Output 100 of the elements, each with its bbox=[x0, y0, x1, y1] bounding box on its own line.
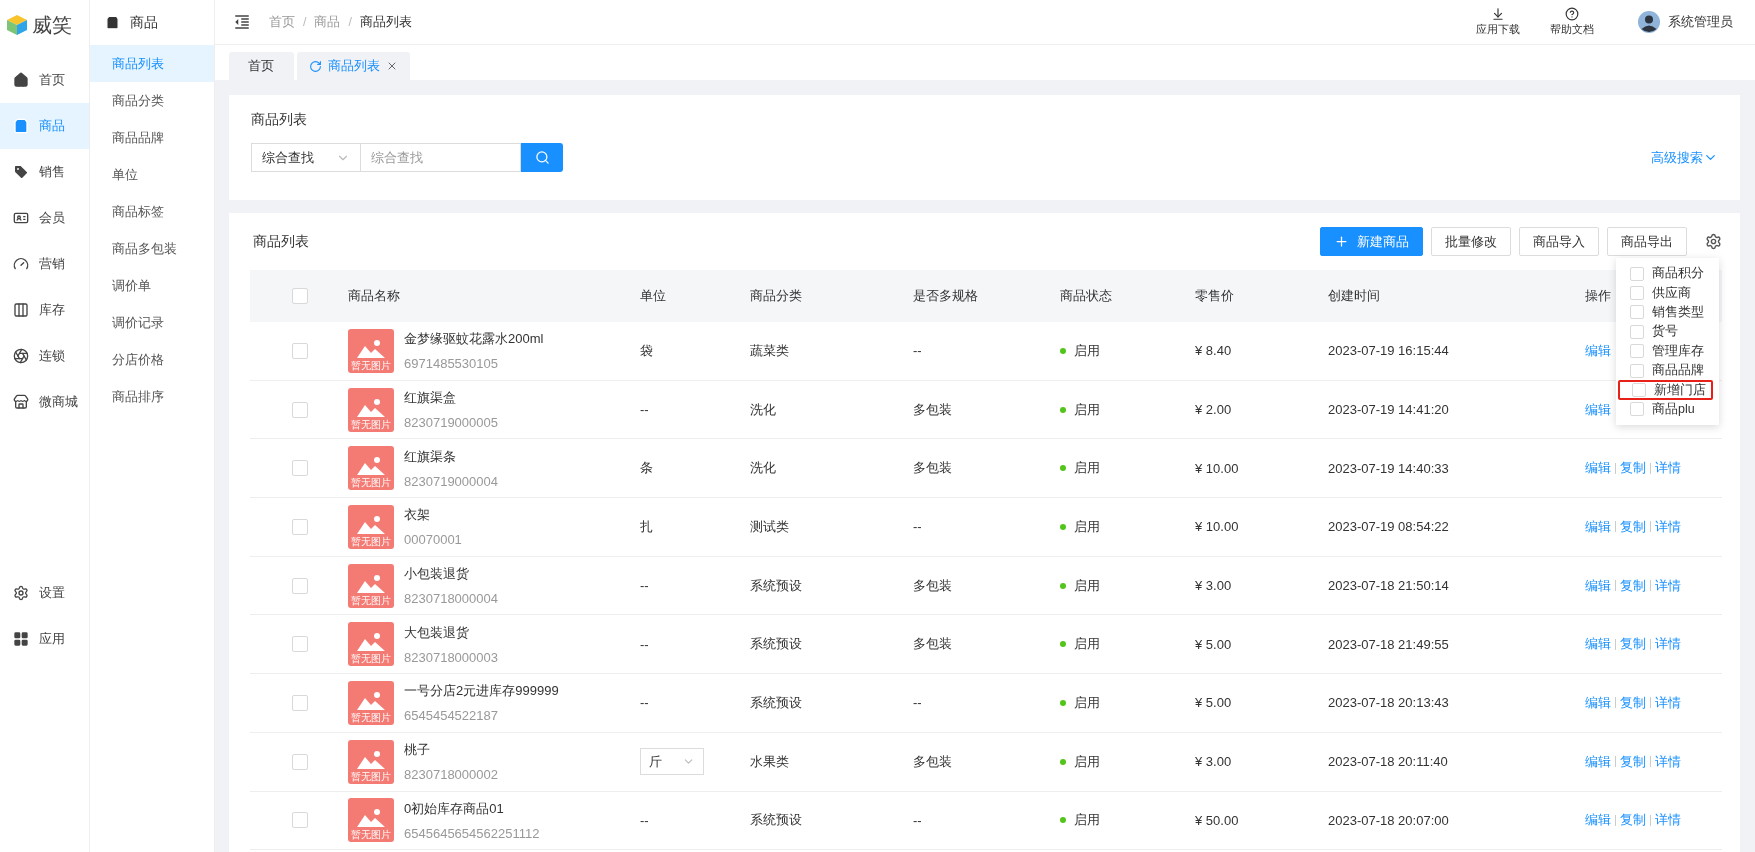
nav-item[interactable]: 会员 bbox=[0, 195, 89, 241]
user-name[interactable]: 系统管理员 bbox=[1668, 13, 1733, 31]
header-action-label[interactable]: 帮助文档 bbox=[1550, 22, 1594, 37]
row-checkbox[interactable] bbox=[292, 812, 308, 829]
product-name: 桃子 bbox=[404, 741, 431, 760]
table-cell: -- bbox=[640, 812, 649, 828]
unit-select[interactable]: 斤 bbox=[640, 748, 704, 776]
product-name: 红旗渠条 bbox=[404, 447, 457, 466]
column-option[interactable]: 商品品牌 bbox=[1616, 360, 1719, 381]
column-option[interactable]: 商品plu bbox=[1616, 399, 1719, 420]
table-cell: 扎 bbox=[640, 518, 653, 534]
submenu-item[interactable]: 商品多包装 bbox=[90, 230, 214, 267]
search-icon bbox=[534, 150, 550, 165]
collapse-menu-icon[interactable] bbox=[233, 13, 251, 31]
column-option-label: 商品积分 bbox=[1652, 265, 1704, 283]
submenu-item[interactable]: 调价单 bbox=[90, 267, 214, 304]
product-code: 8230719000005 bbox=[404, 415, 498, 431]
row-checkbox[interactable] bbox=[292, 577, 308, 594]
breadcrumb-item: 商品列表 bbox=[359, 13, 412, 31]
table-cell: 2023-07-18 20:07:00 bbox=[1328, 812, 1449, 828]
table-cell: 蔬菜类 bbox=[750, 341, 789, 360]
nav-item[interactable]: 连锁 bbox=[0, 333, 89, 379]
submenu-item[interactable]: 分店价格 bbox=[90, 341, 214, 378]
bag-icon bbox=[13, 118, 29, 134]
column-option-label: 商品plu bbox=[1652, 400, 1695, 418]
toolbar-button[interactable]: 商品导入 bbox=[1519, 227, 1599, 256]
nav-item[interactable]: 营销 bbox=[0, 241, 89, 287]
table-cell: ¥ 5.00 bbox=[1195, 636, 1232, 652]
submenu-item[interactable]: 商品排序 bbox=[90, 378, 214, 415]
table-cell: 袋 bbox=[640, 342, 653, 358]
row-checkbox[interactable] bbox=[292, 518, 308, 535]
table-cell: -- bbox=[640, 578, 649, 594]
table-cell: 系统预设 bbox=[750, 693, 802, 712]
placeholder-text: 暂无图片 bbox=[351, 535, 391, 547]
column-checkbox[interactable] bbox=[1630, 363, 1644, 378]
nav-item[interactable]: 库存 bbox=[0, 287, 89, 333]
product-code: 6545454522187 bbox=[404, 708, 499, 724]
search-type-select[interactable]: 综合查找 bbox=[251, 143, 361, 172]
status-text: 启用 bbox=[1074, 811, 1100, 830]
nav-item[interactable]: 首页 bbox=[0, 57, 89, 103]
status-dot bbox=[1060, 406, 1066, 413]
status-text: 启用 bbox=[1074, 341, 1100, 360]
column-checkbox[interactable] bbox=[1630, 305, 1644, 320]
row-checkbox[interactable] bbox=[292, 753, 308, 770]
column-header: 商品名称 bbox=[348, 287, 400, 305]
row-checkbox[interactable] bbox=[292, 342, 308, 359]
submenu-item[interactable]: 单位 bbox=[90, 156, 214, 193]
submenu-item[interactable]: 调价记录 bbox=[90, 304, 214, 341]
row-checkbox[interactable] bbox=[292, 460, 308, 477]
column-checkbox[interactable] bbox=[1630, 344, 1644, 359]
page-tab[interactable]: 首页 bbox=[229, 52, 294, 80]
column-option[interactable]: 销售类型 bbox=[1616, 302, 1719, 323]
submenu-item[interactable]: 商品标签 bbox=[90, 193, 214, 230]
submenu-item[interactable]: 商品分类 bbox=[90, 82, 214, 119]
column-option[interactable]: 管理库存 bbox=[1616, 341, 1719, 361]
help-icon[interactable] bbox=[1565, 7, 1579, 21]
grid-icon bbox=[13, 631, 29, 647]
search-button[interactable] bbox=[521, 143, 563, 172]
refresh-icon[interactable] bbox=[309, 59, 322, 73]
table-cell: 2023-07-19 14:41:20 bbox=[1328, 402, 1449, 418]
table-cell: 2023-07-18 20:13:43 bbox=[1328, 695, 1449, 711]
row-checkbox[interactable] bbox=[292, 694, 308, 711]
submenu-item[interactable]: 商品品牌 bbox=[90, 119, 214, 156]
row-checkbox[interactable] bbox=[292, 636, 308, 653]
store-icon bbox=[13, 394, 29, 410]
toolbar-button[interactable]: 商品导出 bbox=[1607, 227, 1687, 256]
breadcrumb-separator: / bbox=[303, 15, 307, 29]
column-option-label: 新增门店 bbox=[1654, 381, 1706, 399]
mountain-image-icon bbox=[356, 337, 386, 360]
row-checkbox[interactable] bbox=[292, 401, 308, 418]
nav-item[interactable]: 微商城 bbox=[0, 379, 89, 425]
table-cell: -- bbox=[913, 812, 922, 828]
avatar-icon[interactable] bbox=[1638, 11, 1660, 33]
bag-icon bbox=[105, 15, 120, 30]
product-code: 6545645654562251112 bbox=[404, 825, 540, 841]
table-cell: -- bbox=[913, 695, 922, 711]
nav-item[interactable]: 销售 bbox=[0, 149, 89, 195]
column-option[interactable]: 商品积分 bbox=[1616, 264, 1719, 284]
table-cell: 2023-07-18 20:11:40 bbox=[1328, 754, 1448, 770]
column-option[interactable]: 供应商 bbox=[1616, 283, 1719, 303]
nav-item[interactable]: 应用 bbox=[0, 616, 89, 662]
nav-item[interactable]: 设置 bbox=[0, 570, 89, 616]
column-option[interactable]: 货号 bbox=[1616, 322, 1719, 342]
header-action-label[interactable]: 应用下载 bbox=[1476, 22, 1520, 37]
column-option[interactable]: 新增门店 bbox=[1618, 380, 1713, 400]
column-checkbox[interactable] bbox=[1630, 402, 1644, 417]
settings-icon[interactable] bbox=[1705, 233, 1722, 250]
select-all-checkbox[interactable] bbox=[292, 288, 308, 304]
mountain-image-icon bbox=[356, 689, 386, 712]
toolbar-button[interactable]: 批量修改 bbox=[1431, 227, 1511, 256]
column-checkbox[interactable] bbox=[1630, 286, 1644, 301]
close-icon[interactable] bbox=[386, 60, 398, 72]
column-checkbox[interactable] bbox=[1630, 324, 1644, 339]
column-checkbox[interactable] bbox=[1632, 383, 1646, 398]
mountain-image-icon bbox=[356, 513, 386, 536]
table-cell: 系统预设 bbox=[750, 635, 802, 654]
download-icon[interactable] bbox=[1491, 7, 1505, 21]
search-field[interactable]: 综合查找 bbox=[361, 143, 521, 172]
column-checkbox[interactable] bbox=[1630, 266, 1644, 281]
table-cell: ¥ 10.00 bbox=[1195, 460, 1239, 476]
